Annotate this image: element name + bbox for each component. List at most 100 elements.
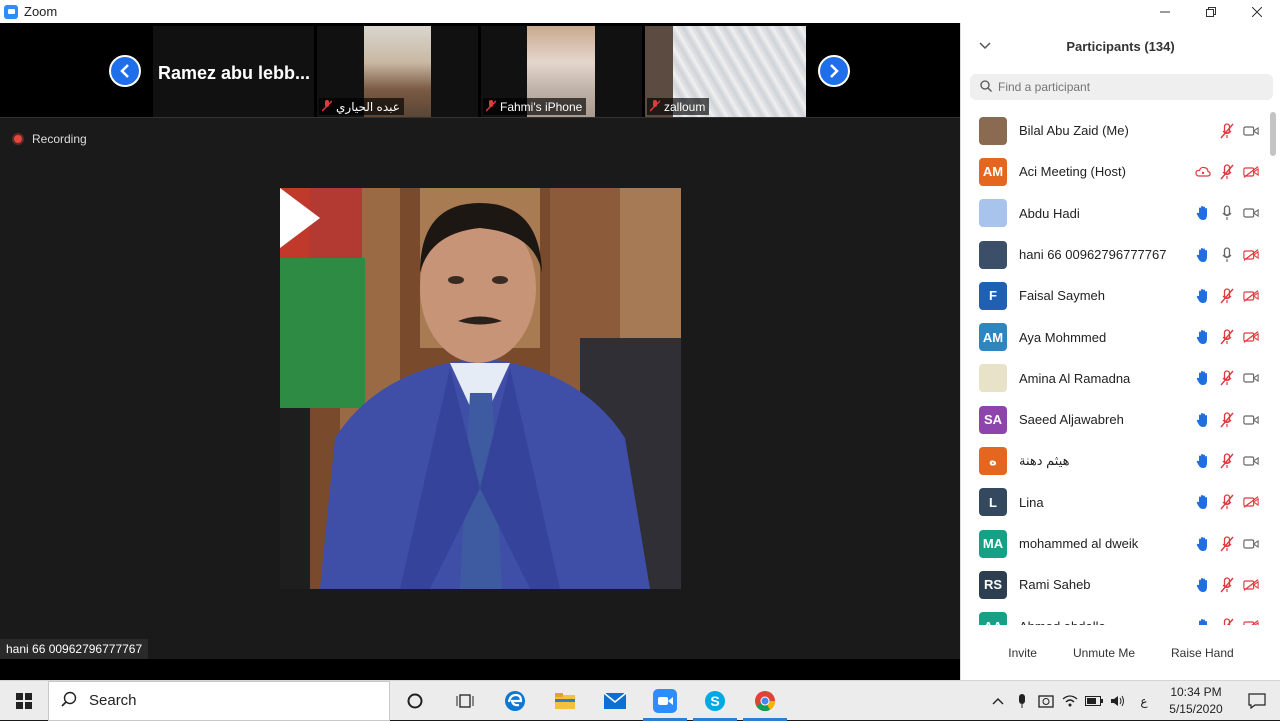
scrollbar-thumb[interactable]: [1270, 112, 1276, 156]
participant-status-icons: [1195, 286, 1259, 306]
scrollbar[interactable]: [1270, 110, 1276, 625]
mic-muted-icon: [649, 99, 661, 115]
participant-row[interactable]: L Lina: [961, 482, 1280, 523]
participant-status-icons: [1195, 492, 1259, 512]
skype-icon[interactable]: S: [690, 681, 740, 721]
volume-icon[interactable]: [1106, 694, 1130, 708]
file-explorer-icon[interactable]: [540, 681, 590, 721]
chrome-icon[interactable]: [740, 681, 790, 721]
participant-search[interactable]: [970, 74, 1273, 100]
clock-time: 10:34 PM: [1170, 685, 1222, 699]
microphone-icon[interactable]: [1010, 693, 1034, 709]
chevron-up-icon[interactable]: [986, 697, 1010, 705]
notifications-icon[interactable]: [1234, 693, 1280, 709]
raised-hand-icon: [1195, 288, 1211, 304]
participant-tile[interactable]: zalloum: [645, 26, 806, 117]
tile-label: Fahmi's iPhone: [483, 98, 587, 115]
tile-name: Ramez abu lebb...: [158, 63, 311, 83]
raised-hand-icon: [1195, 370, 1211, 386]
video-stage: Ramez abu lebb... عبده الحياري Fahmi's i…: [0, 23, 960, 680]
invite-button[interactable]: Invite: [998, 641, 1047, 665]
close-icon[interactable]: [1234, 0, 1280, 23]
cortana-icon[interactable]: [390, 681, 440, 721]
participant-row[interactable]: Bilal Abu Zaid (Me): [961, 110, 1280, 151]
participant-tile[interactable]: Ramez abu lebb...: [153, 26, 314, 117]
taskbar-search-box[interactable]: Search: [48, 680, 390, 721]
windows-start-icon[interactable]: [0, 681, 48, 721]
participant-row[interactable]: SA Saeed Aljawabreh: [961, 399, 1280, 440]
participant-row[interactable]: MA mohammed al dweik: [961, 523, 1280, 564]
wifi-icon[interactable]: [1058, 694, 1082, 708]
chevron-down-icon[interactable]: [979, 37, 991, 53]
battery-icon[interactable]: [1082, 696, 1106, 706]
recording-indicator: Recording: [12, 132, 87, 146]
participant-row[interactable]: F Faisal Saymeh: [961, 275, 1280, 316]
chevron-left-icon[interactable]: [109, 55, 141, 87]
participant-row[interactable]: Abdu Hadi: [961, 193, 1280, 234]
active-speaker-video: [280, 188, 681, 589]
participant-row[interactable]: AM Aya Mohmmed: [961, 316, 1280, 357]
edge-icon[interactable]: [490, 681, 540, 721]
clock-date: 5/15/2020: [1169, 702, 1223, 716]
participant-row[interactable]: Amina Al Ramadna: [961, 358, 1280, 399]
minimize-icon[interactable]: [1142, 0, 1188, 23]
mic-muted-icon: [1219, 370, 1235, 386]
avatar: AM: [979, 157, 1007, 186]
unmute-me-button[interactable]: Unmute Me: [1063, 641, 1145, 665]
participants-title: Participants (134): [1066, 38, 1175, 54]
avatar: ه: [979, 447, 1007, 476]
video-off-icon: [1243, 577, 1259, 593]
participant-status-icons: [1195, 410, 1259, 430]
participants-header: Participants (134): [961, 23, 1280, 69]
maximize-icon[interactable]: [1188, 0, 1234, 23]
stage-bottom-bar: [0, 659, 960, 680]
task-view-icon[interactable]: [440, 681, 490, 721]
taskbar-clock[interactable]: 10:34 PM 5/15/2020: [1158, 684, 1234, 718]
mic-muted-icon: [1219, 329, 1235, 345]
cloud-recording-icon: [1195, 164, 1211, 180]
participant-name: Lina: [1019, 494, 1044, 510]
zoom-icon[interactable]: [640, 681, 690, 721]
search-icon: [61, 691, 77, 711]
raised-hand-icon: [1195, 412, 1211, 428]
gallery-strip: Ramez abu lebb... عبده الحياري Fahmi's i…: [0, 23, 960, 118]
window-controls: [1142, 0, 1280, 23]
participant-name: Amina Al Ramadna: [1019, 370, 1131, 386]
mic-muted-icon: [321, 99, 333, 115]
mic-muted-icon: [1219, 577, 1235, 593]
mic-muted-icon: [1219, 412, 1235, 428]
tile-name: Fahmi's iPhone: [500, 100, 583, 114]
taskbar-search-label: Search: [89, 692, 137, 709]
participant-name: Aci Meeting (Host): [1019, 164, 1126, 180]
participant-status-icons: [1195, 245, 1259, 265]
avatar: AM: [979, 323, 1007, 352]
mic-icon: [1219, 205, 1235, 221]
participant-row[interactable]: RS Rami Saheb: [961, 564, 1280, 605]
chevron-right-icon[interactable]: [818, 55, 850, 87]
participant-row[interactable]: AM Aci Meeting (Host): [961, 151, 1280, 192]
participant-status-icons: [1195, 327, 1259, 347]
video-off-icon: [1243, 247, 1259, 263]
recording-label: Recording: [32, 132, 87, 146]
participant-tile[interactable]: Fahmi's iPhone: [481, 26, 642, 117]
mic-muted-icon: [1219, 453, 1235, 469]
participant-list: Bilal Abu Zaid (Me) AM Aci Meeting (Host) A…: [961, 110, 1280, 625]
participant-status-icons: [1195, 451, 1259, 471]
input-language[interactable]: ع: [1130, 694, 1158, 708]
mail-icon[interactable]: [590, 681, 640, 721]
raise-hand-button[interactable]: Raise Hand: [1161, 641, 1244, 665]
participant-row[interactable]: ه هيثم دهنة: [961, 440, 1280, 481]
raised-hand-icon: [1195, 329, 1211, 345]
participant-row[interactable]: AAAhmad abdalla: [961, 606, 1280, 625]
camera-tray-icon[interactable]: [1034, 694, 1058, 708]
tile-label: عبده الحياري: [319, 98, 404, 115]
search-input[interactable]: [998, 80, 1258, 94]
participant-row[interactable]: hani 66 00962796777767: [961, 234, 1280, 275]
participant-status-icons: [1195, 575, 1259, 595]
video-icon: [1243, 412, 1259, 428]
participant-tile[interactable]: عبده الحياري: [317, 26, 478, 117]
raised-hand-icon: [1195, 536, 1211, 552]
participant-status-icons: [1195, 616, 1259, 625]
svg-text:S: S: [710, 693, 719, 709]
participant-name: هيثم دهنة: [1019, 453, 1070, 469]
